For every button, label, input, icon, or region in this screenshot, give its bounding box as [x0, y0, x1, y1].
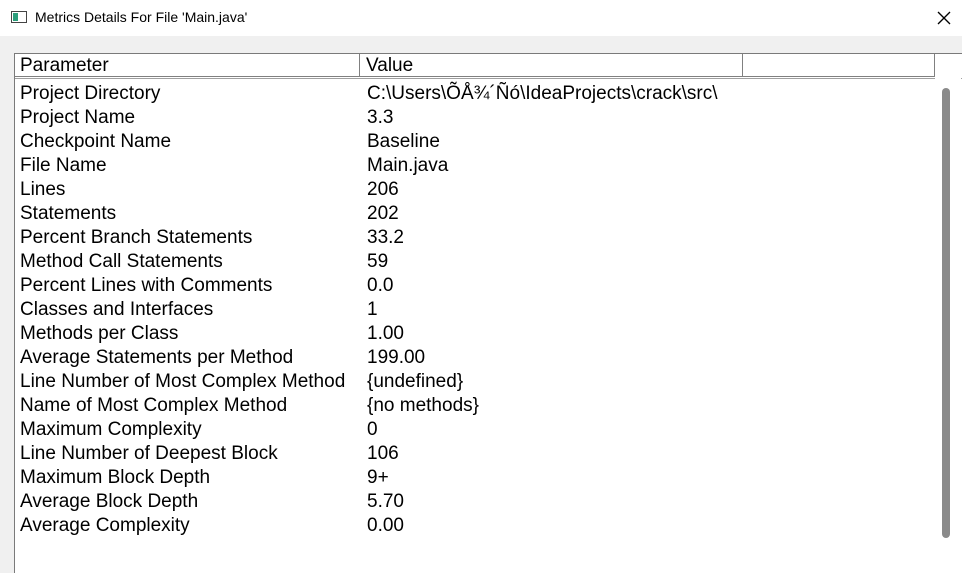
table-row[interactable]: Checkpoint Name Baseline [15, 130, 935, 154]
table-row[interactable]: Percent Lines with Comments 0.0 [15, 274, 935, 298]
value-cell: Main.java [367, 155, 449, 176]
table-header: Parameter Value [15, 54, 962, 79]
table-row[interactable]: Method Call Statements 59 [15, 250, 935, 274]
value-cell: 59 [367, 251, 389, 272]
parameter-cell: Statements [20, 203, 117, 224]
value-cell: {no methods} [367, 395, 479, 416]
parameter-cell: Methods per Class [20, 323, 179, 344]
parameter-cell: Maximum Complexity [20, 419, 202, 440]
parameter-cell: Average Block Depth [20, 491, 199, 512]
title-bar: Metrics Details For File 'Main.java' [0, 0, 962, 36]
column-header-parameter[interactable]: Parameter [15, 54, 360, 77]
parameter-cell: Percent Lines with Comments [20, 275, 273, 296]
table-row[interactable]: Project Name 3.3 [15, 106, 935, 130]
value-cell: 5.70 [367, 491, 404, 512]
table-row[interactable]: Percent Branch Statements 33.2 [15, 226, 935, 250]
parameter-cell: Line Number of Deepest Block [20, 443, 278, 464]
close-button[interactable] [926, 0, 962, 36]
parameter-cell: Name of Most Complex Method [20, 395, 288, 416]
parameter-cell: Average Statements per Method [20, 347, 294, 368]
parameter-cell: Percent Branch Statements [20, 227, 253, 248]
table-body: Project Directory C:\Users\ÕÅ¾´Ñó\IdeaPro… [15, 82, 935, 538]
value-cell: C:\Users\ÕÅ¾´Ñó\IdeaProjects\crack\src\ [367, 83, 718, 104]
parameter-cell: Average Complexity [20, 515, 190, 536]
window-app-icon [11, 11, 27, 23]
close-icon [937, 11, 951, 25]
value-cell: 0.00 [367, 515, 404, 536]
table-row[interactable]: Lines 206 [15, 178, 935, 202]
parameter-cell: Project Name [20, 107, 136, 128]
value-cell: 1.00 [367, 323, 404, 344]
parameter-cell: Lines [20, 179, 66, 200]
table-row[interactable]: Average Block Depth 5.70 [15, 490, 935, 514]
table-row[interactable]: Maximum Block Depth 9+ [15, 466, 935, 490]
parameter-cell: Line Number of Most Complex Method [20, 371, 346, 392]
value-cell: 0 [367, 419, 378, 440]
table-row[interactable]: File Name Main.java [15, 154, 935, 178]
column-header-value[interactable]: Value [360, 54, 743, 77]
value-cell: 0.0 [367, 275, 394, 296]
parameter-cell: Method Call Statements [20, 251, 223, 272]
table-row[interactable]: Line Number of Deepest Block 106 [15, 442, 935, 466]
window-title: Metrics Details For File 'Main.java' [35, 9, 248, 25]
metrics-table: Parameter Value Project Directory C:\User… [14, 53, 962, 573]
table-row[interactable]: Average Complexity 0.00 [15, 514, 935, 538]
value-cell: {undefined} [367, 371, 464, 392]
table-row[interactable]: Methods per Class 1.00 [15, 322, 935, 346]
value-cell: 199.00 [367, 347, 426, 368]
column-header-empty[interactable] [743, 54, 935, 77]
table-row[interactable]: Maximum Complexity 0 [15, 418, 935, 442]
value-cell: 3.3 [367, 107, 394, 128]
value-cell: 9+ [367, 467, 389, 488]
table-row[interactable]: Project Directory C:\Users\ÕÅ¾´Ñó\IdeaPro… [15, 82, 935, 106]
value-cell: 206 [367, 179, 399, 200]
parameter-cell: Maximum Block Depth [20, 467, 211, 488]
value-cell: 202 [367, 203, 399, 224]
value-cell: 33.2 [367, 227, 404, 248]
table-row[interactable]: Average Statements per Method 199.00 [15, 346, 935, 370]
parameter-cell: File Name [20, 155, 107, 176]
value-cell: 1 [367, 299, 378, 320]
table-row[interactable]: Line Number of Most Complex Method {undef… [15, 370, 935, 394]
table-row[interactable]: Name of Most Complex Method {no methods} [15, 394, 935, 418]
value-cell: 106 [367, 443, 399, 464]
parameter-cell: Checkpoint Name [20, 131, 172, 152]
table-row[interactable]: Statements 202 [15, 202, 935, 226]
value-cell: Baseline [367, 131, 440, 152]
parameter-cell: Classes and Interfaces [20, 299, 214, 320]
scrollbar-thumb[interactable] [942, 88, 950, 538]
table-row[interactable]: Classes and Interfaces 1 [15, 298, 935, 322]
parameter-cell: Project Directory [20, 83, 161, 104]
